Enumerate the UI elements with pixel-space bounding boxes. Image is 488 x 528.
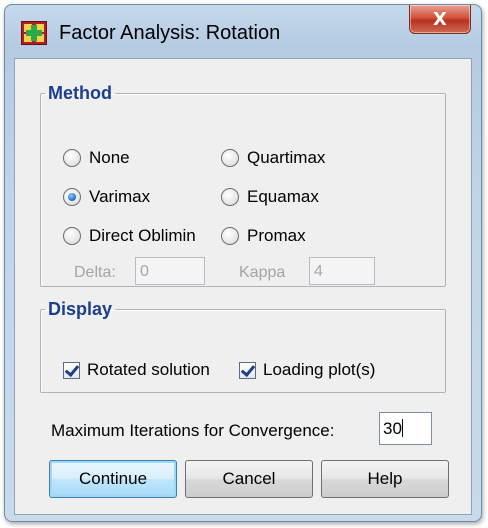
max-iterations-value: 30 xyxy=(383,419,402,438)
radio-equamax-label: Equamax xyxy=(247,187,319,206)
max-iterations-label: Maximum Iterations for Convergence: xyxy=(51,421,335,440)
radio-equamax[interactable]: Equamax xyxy=(221,187,319,207)
dialog-window: Factor Analysis: Rotation X Method None … xyxy=(4,4,482,522)
radio-none[interactable]: None xyxy=(63,148,130,168)
radio-promax[interactable]: Promax xyxy=(221,226,306,246)
checkbox-rotated-solution-box[interactable] xyxy=(63,361,80,379)
checkbox-rotated-solution-label: Rotated solution xyxy=(87,360,210,379)
radio-varimax[interactable]: Varimax xyxy=(63,187,150,207)
display-group: Display Rotated solution Loading plot(s) xyxy=(40,299,446,393)
radio-direct-oblimin-label: Direct Oblimin xyxy=(89,226,196,245)
spss-app-icon xyxy=(21,21,47,45)
radio-none-button[interactable] xyxy=(63,149,81,167)
radio-direct-oblimin[interactable]: Direct Oblimin xyxy=(63,226,196,246)
checkbox-loading-plots-label: Loading plot(s) xyxy=(263,360,376,379)
checkbox-loading-plots-box[interactable] xyxy=(239,361,256,379)
radio-equamax-button[interactable] xyxy=(221,188,239,206)
title-bar[interactable]: Factor Analysis: Rotation X xyxy=(5,5,481,57)
close-button[interactable]: X xyxy=(409,5,471,34)
dialog-body: Method None Varimax Direct Oblimin Quart… xyxy=(14,58,472,515)
radio-varimax-button[interactable] xyxy=(63,188,81,206)
kappa-label: Kappa xyxy=(239,264,286,281)
kappa-input[interactable]: 4 xyxy=(309,257,375,285)
max-iterations-input[interactable]: 30 xyxy=(379,412,432,445)
text-caret xyxy=(401,419,403,437)
continue-button[interactable]: Continue xyxy=(49,460,177,498)
radio-promax-label: Promax xyxy=(247,226,306,245)
window-title: Factor Analysis: Rotation xyxy=(59,22,281,44)
radio-quartimax-label: Quartimax xyxy=(247,148,326,167)
method-group: Method None Varimax Direct Oblimin Quart… xyxy=(40,83,446,287)
radio-quartimax-button[interactable] xyxy=(221,149,239,167)
display-legend: Display xyxy=(48,299,113,319)
radio-varimax-label: Varimax xyxy=(89,187,151,206)
checkbox-rotated-solution[interactable]: Rotated solution xyxy=(63,360,210,380)
radio-none-label: None xyxy=(89,148,130,167)
radio-quartimax[interactable]: Quartimax xyxy=(221,148,325,168)
delta-label: Delta: xyxy=(74,264,116,281)
method-legend: Method xyxy=(48,83,112,103)
checkbox-loading-plots[interactable]: Loading plot(s) xyxy=(239,360,375,380)
close-icon: X xyxy=(433,8,447,30)
help-button[interactable]: Help xyxy=(321,460,449,498)
radio-promax-button[interactable] xyxy=(221,227,239,245)
delta-input[interactable]: 0 xyxy=(135,257,205,285)
cancel-button[interactable]: Cancel xyxy=(185,460,313,498)
radio-direct-oblimin-button[interactable] xyxy=(63,227,81,245)
